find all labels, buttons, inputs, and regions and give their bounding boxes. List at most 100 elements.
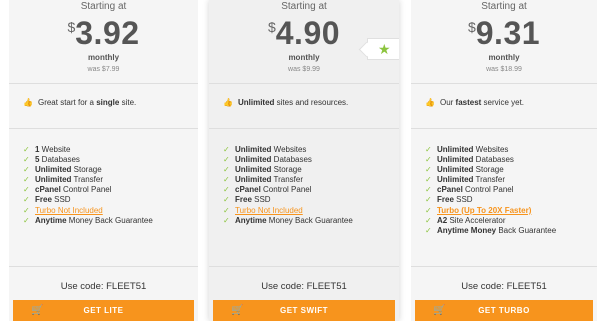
feature-item: ✓ Anytime Money Back Guarantee: [425, 225, 557, 235]
check-icon: ✓: [425, 165, 432, 175]
plan-tagline: 👍 Unlimited sites and resources.: [223, 98, 349, 107]
divider: [411, 266, 597, 267]
plan-tagline: 👍 Our fastest service yet.: [425, 98, 525, 107]
feature-item: ✓ Anytime Money Back Guarantee: [23, 215, 153, 225]
feature-item: ✓ Unlimited Storage: [425, 165, 504, 175]
plan-price: $3.92: [9, 15, 198, 52]
feature-item: ✓ cPanel Control Panel: [23, 185, 112, 195]
check-icon: ✓: [23, 165, 30, 175]
feature-item: ✓ Turbo Not Included: [223, 206, 395, 216]
check-icon: ✓: [223, 185, 230, 195]
feature-item: ✓ A2 Site Accelerator: [425, 215, 506, 225]
feature-item: ✓ Unlimited Databases: [223, 155, 312, 165]
feature-item: ✓ Unlimited Storage: [23, 165, 102, 175]
get-lite-button[interactable]: 🛒 GET LITE: [13, 300, 194, 321]
check-icon: ✓: [223, 145, 230, 154]
cart-icon: 🛒: [231, 305, 244, 316]
currency-symbol: $: [267, 19, 276, 35]
price-amount: 9.31: [475, 15, 541, 51]
check-icon: ✓: [425, 205, 432, 215]
check-icon: ✓: [425, 215, 432, 225]
check-icon: ✓: [425, 195, 432, 205]
plan-tagline: 👍 Great start for a single site.: [23, 98, 137, 107]
coupon-code: Use code: FLEET51: [261, 281, 347, 292]
original-price: was $18.99: [486, 66, 522, 73]
divider: [411, 128, 597, 129]
check-icon: ✓: [223, 215, 230, 225]
plan-card-lite: Starting at $3.92 monthly was $7.99 👍 Gre…: [9, 0, 198, 321]
price-amount: 3.92: [75, 15, 140, 51]
feature-item: ✓ Unlimited Storage: [223, 165, 302, 175]
divider: [209, 266, 399, 267]
check-icon: ✓: [425, 175, 432, 185]
check-icon: ✓: [425, 225, 432, 235]
thumbs-up-icon: 👍: [23, 98, 33, 107]
check-icon: ✓: [23, 205, 30, 215]
plan-card-turbo: Starting at $9.31 monthly was $18.99 👍 Ou…: [411, 0, 597, 321]
billing-period: monthly: [488, 53, 520, 62]
feature-item: ✓ 5 Databases: [23, 155, 80, 165]
billing-period: monthly: [288, 53, 320, 62]
thumbs-up-icon: 👍: [425, 98, 435, 107]
thumbs-up-icon: 👍: [223, 98, 233, 107]
check-icon: ✓: [23, 185, 30, 195]
check-icon: ✓: [425, 155, 432, 165]
starting-at-label: Starting at: [80, 1, 127, 12]
divider: [9, 128, 198, 129]
feature-item: ✓ Turbo (Up To 20X Faster): [425, 206, 593, 216]
plan-price: $9.31: [411, 15, 597, 52]
check-icon: ✓: [223, 165, 230, 175]
feature-item: ✓ Free SSD: [425, 195, 473, 205]
check-icon: ✓: [425, 185, 432, 195]
check-icon: ✓: [223, 155, 230, 165]
get-turbo-button[interactable]: 🛒 GET TURBO: [415, 300, 593, 321]
plan-card-swift: Starting at $4.90 ★ monthly was $9.99 👍 U…: [209, 0, 399, 321]
billing-period: monthly: [87, 53, 120, 62]
divider: [411, 83, 597, 84]
check-icon: ✓: [23, 215, 30, 225]
check-icon: ✓: [23, 155, 30, 165]
check-icon: ✓: [223, 195, 230, 205]
divider: [9, 266, 198, 267]
get-swift-button[interactable]: 🛒 GET SWIFT: [213, 300, 395, 321]
coupon-code: Use code: FLEET51: [461, 281, 547, 292]
feature-item: ✓ Unlimited Transfer: [425, 175, 506, 185]
feature-item: ✓ Free SSD: [223, 195, 271, 205]
starting-at-label: Starting at: [481, 1, 527, 12]
cart-icon: 🛒: [31, 305, 44, 316]
feature-item: ✓ cPanel Control Panel: [223, 185, 312, 195]
feature-list: ✓ 1 Website ✓ 5 Databases ✓ Unlimited Stora…: [23, 145, 194, 226]
original-price: was $7.99: [87, 66, 120, 73]
feature-item: ✓ Unlimited Transfer: [23, 175, 104, 185]
feature-item: ✓ Unlimited Databases: [425, 155, 514, 165]
feature-item: ✓ Free SSD: [23, 195, 71, 205]
feature-item: ✓ Anytime Money Back Guarantee: [223, 215, 353, 225]
check-icon: ✓: [23, 175, 30, 185]
check-icon: ✓: [23, 145, 30, 154]
feature-item: ✓ Unlimited Transfer: [223, 175, 304, 185]
currency-symbol: $: [467, 19, 476, 35]
feature-item: ✓ cPanel Control Panel: [425, 185, 514, 195]
check-icon: ✓: [223, 175, 230, 185]
check-icon: ✓: [425, 145, 432, 154]
divider: [9, 83, 198, 84]
turbo-link[interactable]: Turbo Not Included: [35, 206, 103, 215]
divider: [209, 128, 399, 129]
currency-symbol: $: [67, 19, 76, 35]
feature-list: ✓ Unlimited Websites ✓ Unlimited Databases…: [223, 145, 395, 226]
price-amount: 4.90: [275, 15, 341, 51]
feature-item: ✓ Turbo Not Included: [23, 206, 194, 216]
feature-list: ✓ Unlimited Websites ✓ Unlimited Databases…: [425, 145, 593, 236]
original-price: was $9.99: [288, 66, 320, 73]
turbo-link[interactable]: Turbo (Up To 20X Faster): [437, 206, 531, 215]
coupon-code: Use code: FLEET51: [60, 281, 147, 292]
cart-icon: 🛒: [433, 305, 446, 316]
divider: [209, 83, 399, 84]
feature-item: ✓ Unlimited Websites: [223, 145, 307, 154]
check-icon: ✓: [223, 205, 230, 215]
check-icon: ✓: [23, 195, 30, 205]
feature-item: ✓ 1 Website: [23, 145, 71, 154]
starting-at-label: Starting at: [281, 1, 327, 12]
turbo-link[interactable]: Turbo Not Included: [235, 206, 303, 215]
feature-item: ✓ Unlimited Websites: [425, 145, 509, 154]
